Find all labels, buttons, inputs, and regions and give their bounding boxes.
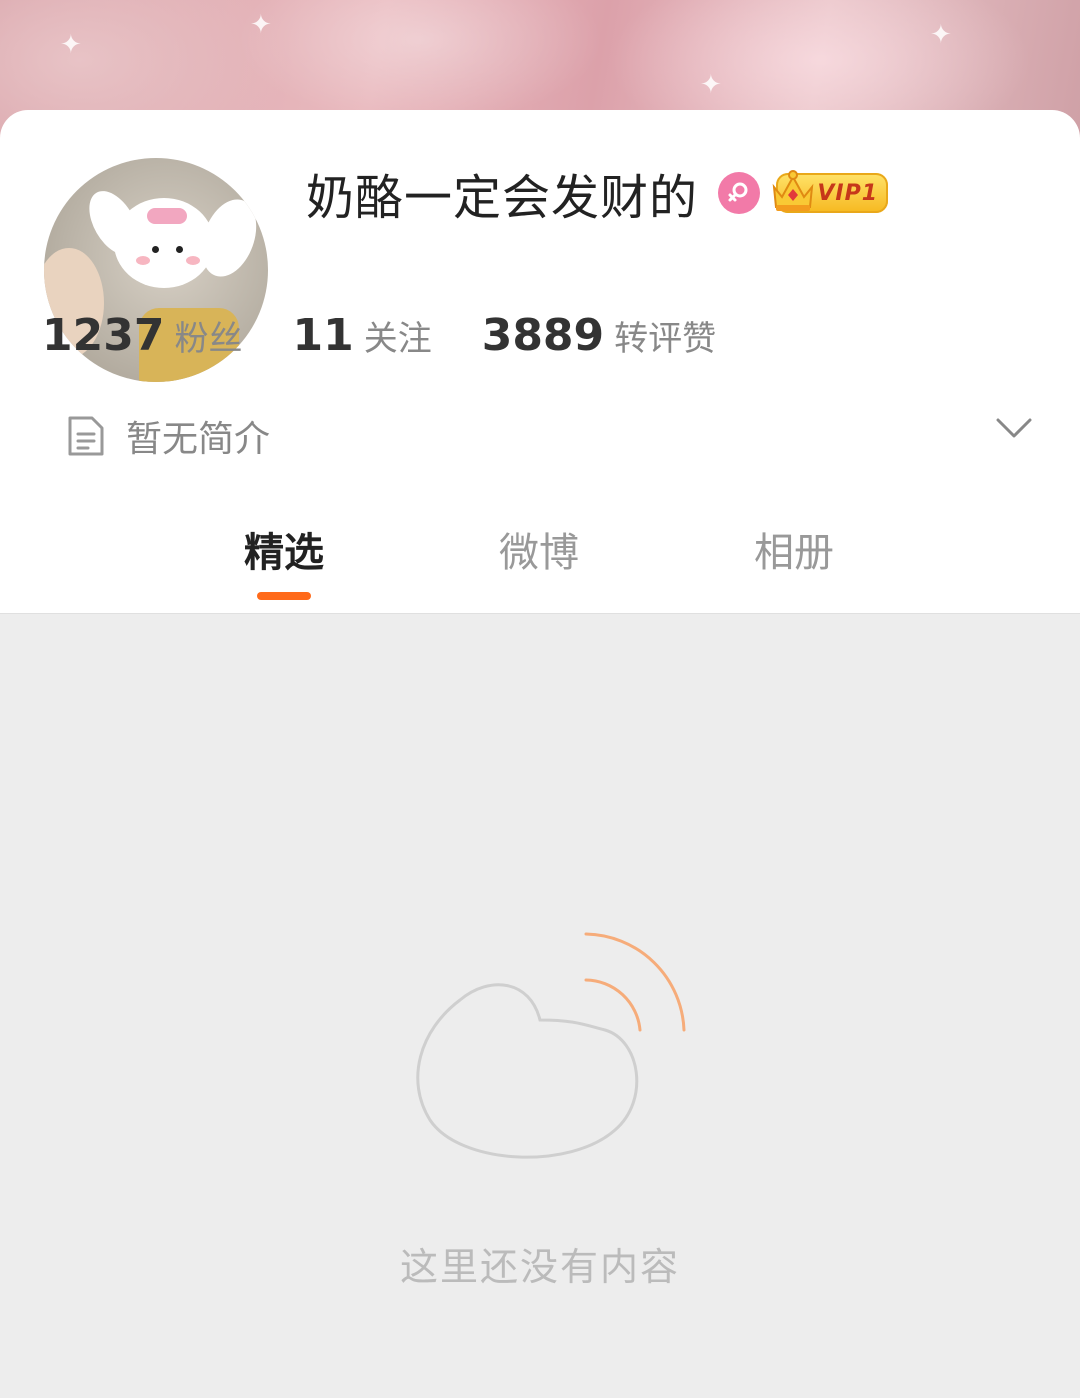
sparkle-decoration: ✦	[700, 70, 722, 100]
profile-stats: 1237 粉丝 11 关注 3889 转评赞	[42, 310, 766, 370]
female-icon	[718, 172, 761, 214]
stat-value: 1237	[42, 310, 165, 361]
tab-featured[interactable]: 精选	[244, 520, 324, 578]
document-icon	[68, 416, 104, 456]
intro-text: 暂无简介	[126, 419, 271, 460]
intro-row[interactable]: 暂无简介	[66, 406, 270, 466]
empty-state-text: 这里还没有内容	[399, 1245, 680, 1289]
tab-album[interactable]: 相册	[754, 520, 834, 578]
crown-icon	[772, 170, 814, 211]
empty-weibo-icon	[416, 932, 686, 1159]
stat-followers[interactable]: 1237 粉丝	[42, 310, 242, 361]
name-row: 奶酪一定会发财的 VIP1	[306, 160, 889, 226]
sparkle-decoration: ✦	[930, 20, 952, 50]
stat-following[interactable]: 11 关注	[292, 310, 431, 361]
stat-value: 11	[292, 310, 354, 361]
vip-badge[interactable]: VIP1	[772, 170, 889, 213]
stat-label: 粉丝	[174, 319, 243, 359]
active-tab-indicator	[257, 592, 311, 600]
sparkle-decoration: ✦	[250, 10, 272, 40]
profile-card: 奶酪一定会发财的 VIP1 1237 粉丝 11 关注 3889 转评赞 暂无简…	[0, 110, 1080, 614]
sparkle-decoration: ✦	[60, 30, 82, 60]
stat-label: 关注	[363, 319, 432, 359]
stat-label: 转评赞	[614, 319, 717, 359]
divider	[0, 613, 1080, 614]
tab-weibo[interactable]: 微博	[499, 520, 579, 578]
chevron-down-icon[interactable]	[994, 416, 1034, 440]
username: 奶酪一定会发财的	[306, 170, 699, 226]
vip-label: VIP1	[817, 180, 879, 206]
stat-value: 3889	[481, 310, 605, 361]
stat-interactions[interactable]: 3889 转评赞	[482, 310, 716, 361]
profile-tabs: 精选 微博 相册	[0, 510, 1080, 614]
